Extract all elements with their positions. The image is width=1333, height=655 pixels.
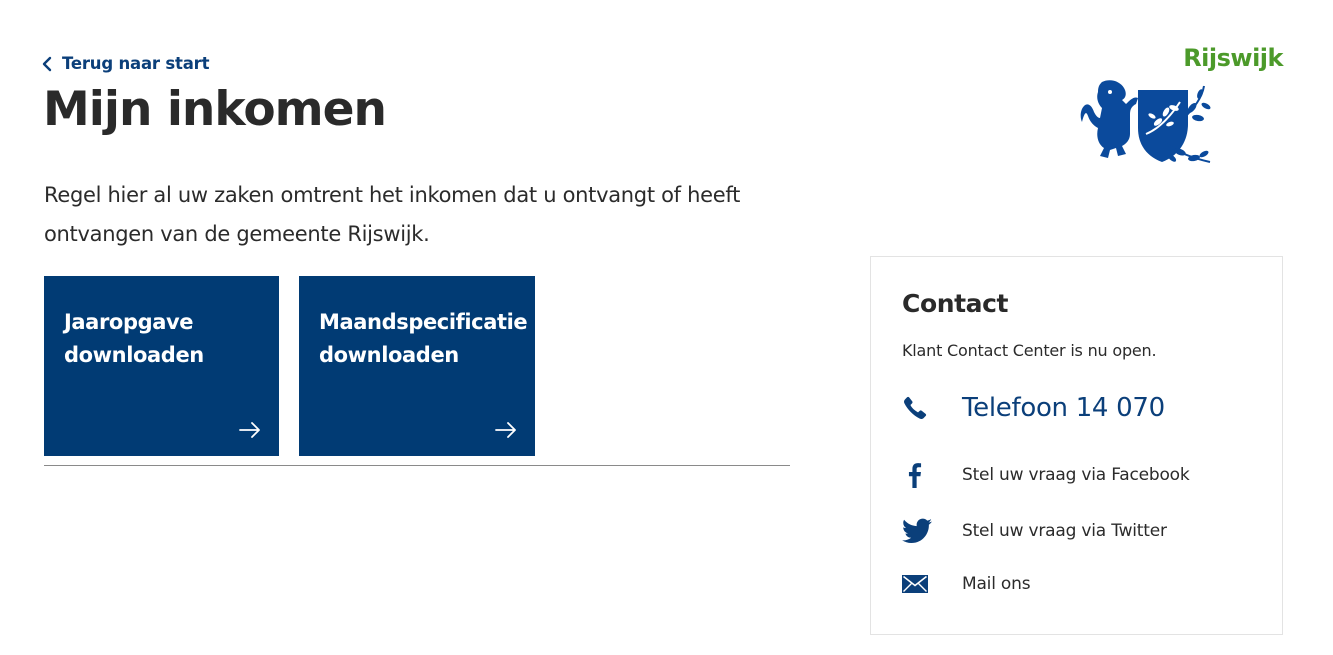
back-to-start-link[interactable]: Terug naar start [42, 54, 209, 73]
arrow-right-icon [239, 422, 260, 438]
tile-label: Jaaropgave downloaden [64, 310, 204, 367]
page-intro: Regel hier al uw zaken omtrent het inkom… [44, 183, 741, 246]
phone-icon [904, 396, 927, 419]
contact-title: Contact [902, 289, 1009, 318]
brand-name: Rijswijk [1183, 44, 1283, 72]
mail-icon [902, 575, 928, 593]
twitter-label: Stel uw vraag via Twitter [962, 521, 1167, 541]
facebook-icon [908, 463, 922, 488]
back-link-label: Terug naar start [62, 54, 210, 73]
contact-card: Contact Klant Contact Center is nu open.… [870, 256, 1283, 635]
phone-label: Telefoon 14 070 [962, 393, 1165, 423]
twitter-link[interactable]: Stel uw vraag via Twitter [902, 518, 1262, 544]
mail-label: Mail ons [962, 574, 1031, 594]
mail-link[interactable]: Mail ons [902, 574, 1262, 594]
contact-status: Klant Contact Center is nu open. [902, 341, 1157, 360]
annual-statement-download-tile[interactable]: Jaaropgave downloaden [44, 276, 279, 456]
phone-link[interactable]: Telefoon 14 070 [902, 393, 1262, 423]
facebook-link[interactable]: Stel uw vraag via Facebook [902, 462, 1262, 488]
twitter-icon [902, 518, 932, 543]
rijswijk-coat-of-arms-logo [1080, 80, 1211, 163]
tile-label: Maandspecificatie downloaden [319, 310, 528, 367]
section-divider [44, 465, 790, 466]
facebook-label: Stel uw vraag via Facebook [962, 465, 1190, 485]
chevron-left-icon [42, 56, 52, 71]
monthly-statement-download-tile[interactable]: Maandspecificatie downloaden [299, 276, 535, 456]
page-title: Mijn inkomen [43, 82, 387, 137]
arrow-right-icon [495, 422, 516, 438]
